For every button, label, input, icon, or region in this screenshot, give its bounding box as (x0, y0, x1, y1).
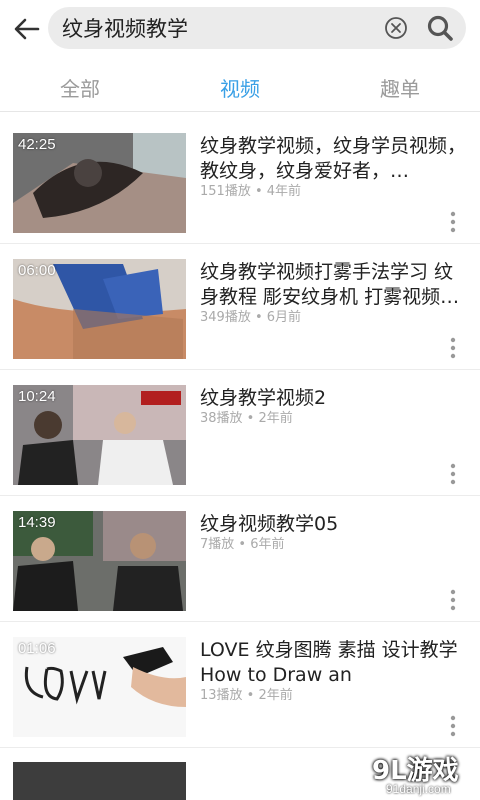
video-item[interactable]: 10:24 纹身教学视频2 38播放 • 2年前 (0, 370, 480, 496)
clear-search-button[interactable] (384, 16, 408, 40)
video-meta: 151播放 • 4年前 (200, 184, 302, 199)
video-meta: 349播放 • 6月前 (200, 310, 302, 325)
site-watermark: 9L游戏 91danji.com (360, 748, 480, 800)
tab-bar: 全部 视频 趣单 (0, 60, 480, 112)
tab-all[interactable]: 全部 (30, 73, 130, 102)
watermark-url: 91danji.com (386, 782, 451, 796)
video-meta: 38播放 • 2年前 (200, 411, 293, 426)
video-title[interactable]: 纹身教学视频，纹身学员视频，教纹身，纹身爱好者，… (200, 134, 466, 184)
more-button[interactable] (444, 588, 462, 612)
video-thumbnail[interactable]: 42:25 (13, 133, 186, 233)
upload-age: 2年前 (258, 688, 293, 703)
search-box (48, 7, 466, 49)
upload-age: 6月前 (266, 310, 302, 325)
upload-age: 2年前 (258, 411, 293, 426)
video-duration: 42:25 (18, 136, 56, 153)
more-button[interactable] (444, 462, 462, 486)
play-count: 151播放 (200, 184, 251, 199)
video-thumbnail[interactable]: 06:00 (13, 259, 186, 359)
video-duration: 10:24 (18, 388, 56, 405)
video-thumbnail[interactable]: 10:24 (13, 385, 186, 485)
video-meta: 7播放 • 6年前 (200, 537, 285, 552)
more-vertical-icon (450, 463, 456, 485)
video-item[interactable]: 06:00 纹身教学视频打雾手法学习 纹身教程 彫安纹身机 打雾视频… 349播… (0, 244, 480, 370)
video-duration: 14:39 (18, 514, 56, 531)
search-button[interactable] (426, 14, 454, 42)
video-title[interactable]: 纹身教学视频打雾手法学习 纹身教程 彫安纹身机 打雾视频… (200, 260, 466, 310)
tab-fun[interactable]: 趣单 (350, 73, 450, 102)
video-thumbnail[interactable]: 01:06 (13, 637, 186, 737)
more-vertical-icon (450, 211, 456, 233)
video-duration: 01:06 (18, 640, 56, 657)
play-count: 349播放 (200, 310, 251, 325)
more-button[interactable] (444, 210, 462, 234)
video-duration: 06:00 (18, 262, 56, 279)
back-button[interactable] (10, 12, 44, 46)
more-button[interactable] (444, 336, 462, 360)
upload-age: 6年前 (250, 537, 285, 552)
search-input[interactable] (62, 13, 372, 43)
video-list: 42:25 纹身教学视频，纹身学员视频，教纹身，纹身爱好者，… 151播放 • … (0, 118, 480, 748)
upload-age: 4年前 (266, 184, 302, 199)
video-item[interactable]: 01:06 LOVE 纹身图腾 素描 设计教学How to Draw an 13… (0, 622, 480, 748)
video-item[interactable]: 14:39 纹身视频教学05 7播放 • 6年前 (0, 496, 480, 622)
more-vertical-icon (450, 589, 456, 611)
top-bar (0, 0, 480, 60)
play-count: 7播放 (200, 537, 235, 552)
arrow-left-icon (14, 18, 40, 40)
video-item[interactable]: 42:25 纹身教学视频，纹身学员视频，教纹身，纹身爱好者，… 151播放 • … (0, 118, 480, 244)
play-count: 13播放 (200, 688, 243, 703)
more-button[interactable] (444, 714, 462, 738)
play-count: 38播放 (200, 411, 243, 426)
video-meta: 13播放 • 2年前 (200, 688, 293, 703)
video-thumbnail[interactable]: 14:39 (13, 511, 186, 611)
clear-circle-icon (385, 17, 407, 39)
video-title[interactable]: LOVE 纹身图腾 素描 设计教学How to Draw an (200, 638, 466, 688)
more-vertical-icon (450, 715, 456, 737)
search-icon (427, 15, 453, 41)
video-thumbnail-partial[interactable] (13, 762, 186, 800)
more-vertical-icon (450, 337, 456, 359)
tab-video[interactable]: 视频 (190, 73, 290, 102)
